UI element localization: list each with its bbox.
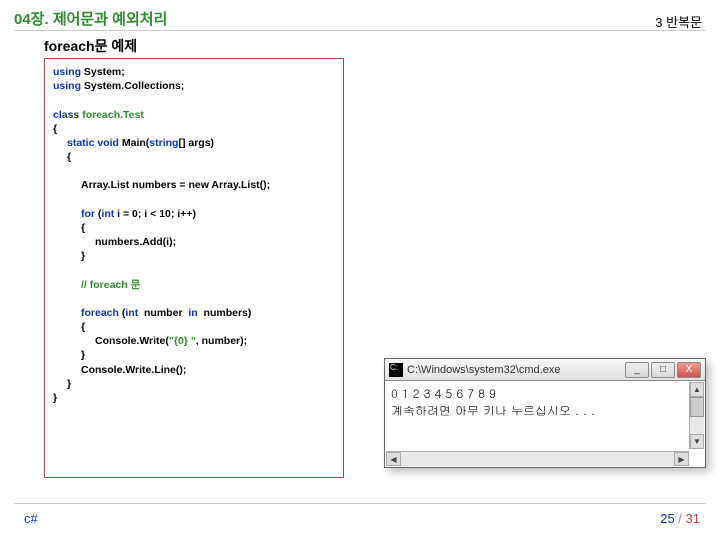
section-title: 3 반복문 [655,12,702,31]
code-sample: using System; using System.Collections; … [44,58,344,478]
console-title: C:\Windows\system32\cmd.exe [407,364,621,376]
minimize-button[interactable]: _ [625,362,649,378]
console-output: 0 1 2 3 4 5 6 7 8 9 계속하려면 아무 키나 누르십시오 . … [385,381,705,451]
console-line-2: 계속하려면 아무 키나 누르십시오 . . . [391,402,699,419]
scroll-track-h[interactable] [401,452,674,466]
page-total: 31 [686,511,700,526]
scroll-up-icon[interactable]: ▲ [690,382,704,397]
slide: 04장. 제어문과 예외처리 3 반복문 foreach문 예제 using S… [0,0,720,540]
kw-using: using [53,66,81,78]
page-current: 25 [660,511,674,526]
vertical-scrollbar[interactable]: ▲ ▼ [689,382,704,449]
cmd-icon [389,363,403,377]
horizontal-scrollbar[interactable]: ◀ ▶ [386,451,689,466]
scroll-thumb[interactable] [690,397,704,417]
console-titlebar[interactable]: C:\Windows\system32\cmd.exe _ □ X [385,359,705,381]
scroll-down-icon[interactable]: ▼ [690,434,704,449]
footer-language: c# [24,511,38,526]
page-number: 25 / 31 [660,511,700,526]
class-name: foreach.Test [82,109,144,121]
chapter-title: 04장. 제어문과 예외처리 [14,8,167,29]
comment-foreach: // foreach 문 [81,278,335,292]
close-button[interactable]: X [677,362,701,378]
divider-bottom [14,503,706,504]
scroll-right-icon[interactable]: ▶ [674,452,689,466]
divider-top [14,30,706,31]
scroll-left-icon[interactable]: ◀ [386,452,401,466]
maximize-button[interactable]: □ [651,362,675,378]
console-line-1: 0 1 2 3 4 5 6 7 8 9 [391,385,699,402]
example-title: foreach문 예제 [44,36,137,56]
console-window: C:\Windows\system32\cmd.exe _ □ X 0 1 2 … [384,358,706,468]
